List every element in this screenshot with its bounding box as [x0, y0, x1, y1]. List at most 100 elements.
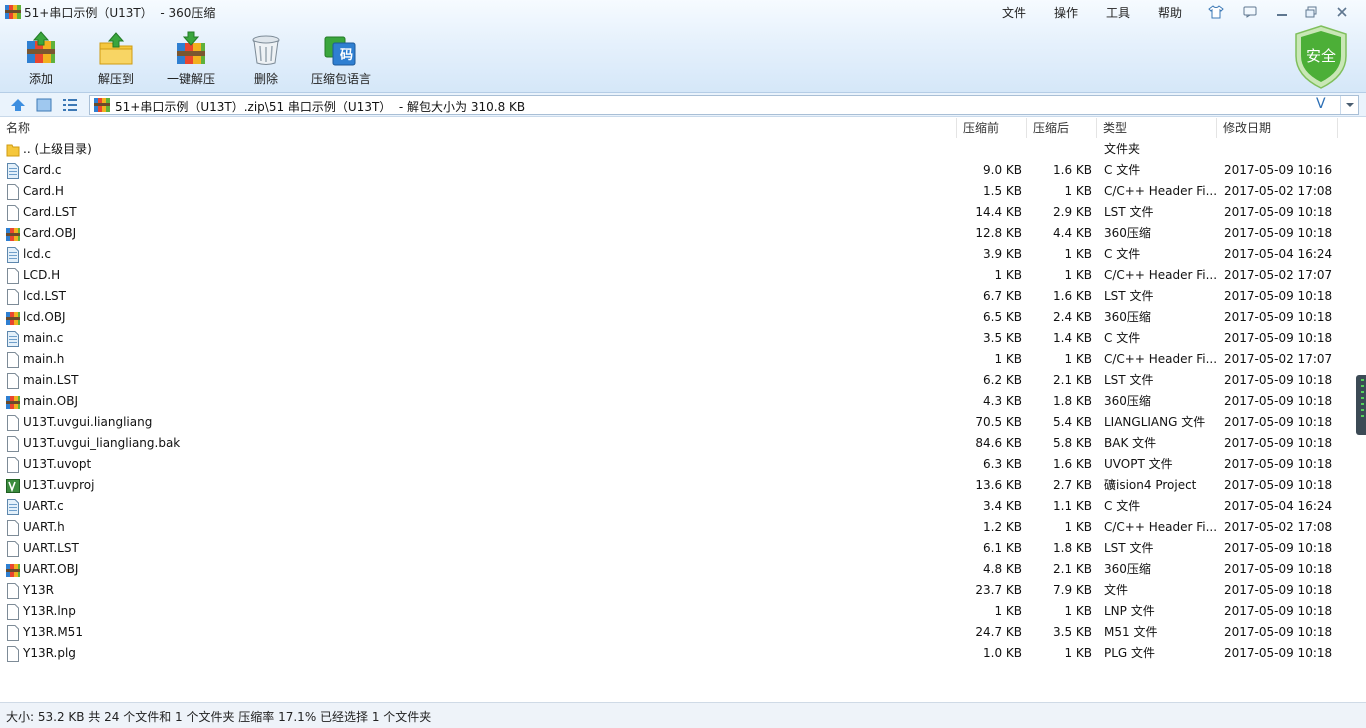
file-size-before: 23.7 KB — [975, 583, 1022, 597]
menu-help[interactable]: 帮助 — [1158, 4, 1182, 21]
file-icon — [6, 373, 20, 389]
encoding-glyph: 码 — [340, 48, 354, 63]
file-row[interactable]: lcd.LST 6.7 KB 1.6 KB LST 文件 2017-05-09 10:1… — [0, 286, 1340, 307]
column-header-before[interactable]: 压缩前 — [957, 118, 1027, 138]
minimize-button[interactable] — [1270, 2, 1294, 22]
window-title: 51+串口示例（U13T） - 360压缩 — [24, 6, 216, 20]
archive-language-label: 压缩包语言 — [310, 72, 371, 86]
file-modified-date — [1224, 139, 1336, 160]
file-name: main.LST — [23, 373, 79, 387]
column-header-after[interactable]: 压缩后 — [1027, 118, 1097, 138]
address-dropdown-button[interactable] — [1340, 96, 1358, 114]
file-row[interactable]: lcd.c 3.9 KB 1 KB C 文件 2017-05-04 16:24 — [0, 244, 1340, 265]
file-row[interactable]: Y13R.M51 24.7 KB 3.5 KB M51 文件 2017-05-09 10… — [0, 622, 1340, 643]
thumbnail-view-icon[interactable] — [35, 96, 53, 114]
file-modified-date: 2017-05-09 10:18 — [1224, 373, 1333, 387]
menu-tools[interactable]: 工具 — [1106, 4, 1130, 21]
side-widget-handle[interactable] — [1356, 375, 1366, 435]
list-header: 名称 压缩前 压缩后 类型 修改日期 — [0, 118, 1366, 138]
file-size-after: 1 KB — [1064, 520, 1092, 534]
restore-button[interactable] — [1299, 2, 1323, 22]
file-row[interactable]: Y13R 23.7 KB 7.9 KB 文件 2017-05-09 10:18 — [0, 580, 1340, 601]
file-modified-date: 2017-05-04 16:24 — [1224, 499, 1333, 513]
one-click-extract-label: 一键解压 — [166, 72, 215, 86]
file-icon — [6, 436, 20, 452]
file-name: Y13R.plg — [23, 646, 76, 660]
file-icon — [6, 268, 20, 284]
file-size-after: 1.1 KB — [1053, 499, 1092, 513]
file-name: U13T.uvproj — [23, 478, 95, 492]
address-v-glyph[interactable]: V — [1316, 96, 1326, 112]
extract-to-button[interactable]: 解压到 — [84, 28, 148, 88]
one-click-extract-button[interactable]: 一键解压 — [159, 28, 223, 88]
status-text: 大小: 53.2 KB 共 24 个文件和 1 个文件夹 压缩率 17.1% 已… — [6, 710, 432, 724]
file-row[interactable]: Card.H 1.5 KB 1 KB C/C++ Header Fi... 2017-0… — [0, 181, 1340, 202]
one-click-extract-icon — [173, 31, 209, 67]
feedback-icon[interactable] — [1240, 3, 1260, 21]
file-type: C/C++ Header Fi... — [1104, 352, 1216, 366]
file-modified-date: 2017-05-02 17:08 — [1224, 184, 1333, 198]
file-row[interactable]: Y13R.plg 1.0 KB 1 KB PLG 文件 2017-05-09 10:18 — [0, 643, 1340, 664]
menu-file[interactable]: 文件 — [1002, 4, 1026, 21]
file-row[interactable]: Card.LST 14.4 KB 2.9 KB LST 文件 2017-05-09 10… — [0, 202, 1340, 223]
skin-shirt-icon[interactable] — [1206, 3, 1226, 21]
trash-icon — [248, 31, 284, 67]
file-row[interactable]: UART.c 3.4 KB 1.1 KB C 文件 2017-05-04 16:24 — [0, 496, 1340, 517]
column-header-name[interactable]: 名称 — [0, 118, 957, 138]
column-header-date[interactable]: 修改日期 — [1217, 118, 1338, 138]
file-modified-date: 2017-05-09 10:18 — [1224, 310, 1333, 324]
navigation-bar: 51+串口示例（U13T）.zip\51 串口示例（U13T） - 解包大小为 … — [0, 93, 1366, 117]
address-bar[interactable]: 51+串口示例（U13T）.zip\51 串口示例（U13T） - 解包大小为 … — [89, 95, 1359, 115]
file-row[interactable]: U13T.uvproj 13.6 KB 2.7 KB 礦ision4 Project 2… — [0, 475, 1340, 496]
file-row[interactable]: Y13R.lnp 1 KB 1 KB LNP 文件 2017-05-09 10:18 — [0, 601, 1340, 622]
file-type: LST 文件 — [1104, 373, 1154, 387]
file-row[interactable]: lcd.OBJ 6.5 KB 2.4 KB 360压缩 2017-05-09 10:18 — [0, 307, 1340, 328]
archive-language-button[interactable]: 码 压缩包语言 — [307, 28, 375, 88]
file-size-before: 1.5 KB — [983, 184, 1022, 198]
file-row[interactable]: UART.OBJ 4.8 KB 2.1 KB 360压缩 2017-05-09 10:1… — [0, 559, 1340, 580]
file-row[interactable]: Card.OBJ 12.8 KB 4.4 KB 360压缩 2017-05-09 10:… — [0, 223, 1340, 244]
file-icon — [6, 352, 20, 368]
file-type: M51 文件 — [1104, 625, 1158, 639]
add-archive-icon — [23, 31, 59, 67]
archive-icon — [94, 98, 110, 112]
list-view-icon[interactable] — [61, 96, 79, 114]
file-row[interactable]: U13T.uvopt 6.3 KB 1.6 KB UVOPT 文件 2017-05-09… — [0, 454, 1340, 475]
file-size-after: 1.6 KB — [1053, 457, 1092, 471]
file-name: main.c — [23, 331, 64, 345]
menu-operation[interactable]: 操作 — [1054, 4, 1078, 21]
file-row[interactable]: LCD.H 1 KB 1 KB C/C++ Header Fi... 2017-05-0… — [0, 265, 1340, 286]
add-label: 添加 — [28, 72, 53, 86]
file-size-after: 1 KB — [1064, 268, 1092, 282]
file-row[interactable]: main.c 3.5 KB 1.4 KB C 文件 2017-05-09 10:18 — [0, 328, 1340, 349]
column-header-type[interactable]: 类型 — [1097, 118, 1217, 138]
file-size-after: 1 KB — [1064, 247, 1092, 261]
file-size-after: 4.4 KB — [1053, 226, 1092, 240]
security-shield[interactable]: 安全 — [1292, 24, 1350, 90]
file-icon — [6, 415, 20, 431]
file-modified-date: 2017-05-09 10:18 — [1224, 415, 1333, 429]
file-modified-date: 2017-05-09 10:16 — [1224, 163, 1333, 177]
file-row[interactable]: .. (上级目录) 文件夹 — [0, 139, 1340, 160]
file-row[interactable]: main.OBJ 4.3 KB 1.8 KB 360压缩 2017-05-09 10:1… — [0, 391, 1340, 412]
file-row[interactable]: main.LST 6.2 KB 2.1 KB LST 文件 2017-05-09 10:… — [0, 370, 1340, 391]
up-arrow-icon[interactable] — [9, 96, 27, 114]
file-row[interactable]: U13T.uvgui.liangliang 70.5 KB 5.4 KB LIANGL… — [0, 412, 1340, 433]
file-row[interactable]: Card.c 9.0 KB 1.6 KB C 文件 2017-05-09 10:16 — [0, 160, 1340, 181]
file-modified-date: 2017-05-09 10:18 — [1224, 205, 1333, 219]
file-list[interactable]: 名称 压缩前 压缩后 类型 修改日期 .. (上级目录) 文件夹 Card.c 9.0… — [0, 118, 1366, 702]
file-row[interactable]: UART.LST 6.1 KB 1.8 KB LST 文件 2017-05-09 10:… — [0, 538, 1340, 559]
file-row[interactable]: main.h 1 KB 1 KB C/C++ Header Fi... 2017-05-… — [0, 349, 1340, 370]
file-name: Card.OBJ — [23, 226, 77, 240]
extract-folder-icon — [98, 31, 134, 67]
file-type: C 文件 — [1104, 163, 1141, 177]
add-button[interactable]: 添加 — [9, 28, 73, 88]
delete-button[interactable]: 删除 — [234, 28, 298, 88]
file-size-after: 1 KB — [1064, 604, 1092, 618]
file-row[interactable]: U13T.uvgui_liangliang.bak 84.6 KB 5.8 KB BA… — [0, 433, 1340, 454]
file-row[interactable]: UART.h 1.2 KB 1 KB C/C++ Header Fi... 2017-0… — [0, 517, 1340, 538]
close-button[interactable] — [1330, 2, 1354, 22]
file-size-before: 4.8 KB — [983, 562, 1022, 576]
file-size-before: 1.0 KB — [983, 646, 1022, 660]
file-name: LCD.H — [23, 268, 61, 282]
